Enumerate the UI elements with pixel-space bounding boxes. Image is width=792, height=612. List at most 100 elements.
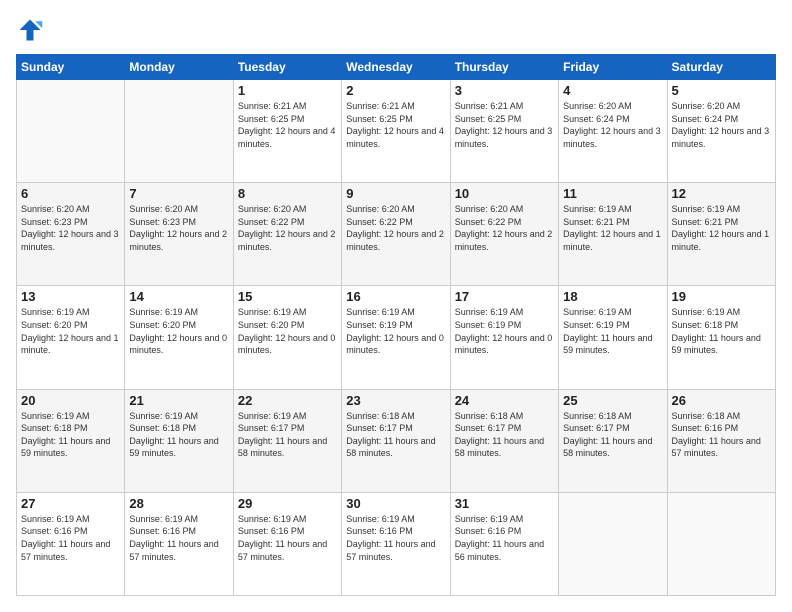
calendar-cell: 5 Sunrise: 6:20 AM Sunset: 6:24 PM Daylig… [667,80,775,183]
calendar-cell [667,492,775,595]
day-number: 10 [455,186,554,201]
calendar-cell: 13 Sunrise: 6:19 AM Sunset: 6:20 PM Dayli… [17,286,125,389]
day-number: 29 [238,496,337,511]
calendar-cell: 20 Sunrise: 6:19 AM Sunset: 6:18 PM Dayli… [17,389,125,492]
calendar-cell: 24 Sunrise: 6:18 AM Sunset: 6:17 PM Dayli… [450,389,558,492]
day-info: Sunrise: 6:18 AM Sunset: 6:16 PM Dayligh… [672,410,771,460]
calendar-cell: 8 Sunrise: 6:20 AM Sunset: 6:22 PM Daylig… [233,183,341,286]
day-info: Sunrise: 6:19 AM Sunset: 6:19 PM Dayligh… [346,306,445,356]
calendar-cell: 12 Sunrise: 6:19 AM Sunset: 6:21 PM Dayli… [667,183,775,286]
day-info: Sunrise: 6:19 AM Sunset: 6:20 PM Dayligh… [129,306,228,356]
calendar-cell: 27 Sunrise: 6:19 AM Sunset: 6:16 PM Dayli… [17,492,125,595]
day-number: 5 [672,83,771,98]
day-info: Sunrise: 6:20 AM Sunset: 6:24 PM Dayligh… [672,100,771,150]
calendar-cell: 31Sunrise: 6:19 AM Sunset: 6:16 PM Dayli… [450,492,558,595]
calendar-cell: 14Sunrise: 6:19 AM Sunset: 6:20 PM Dayli… [125,286,233,389]
calendar-cell: 21Sunrise: 6:19 AM Sunset: 6:18 PM Dayli… [125,389,233,492]
day-info: Sunrise: 6:20 AM Sunset: 6:22 PM Dayligh… [238,203,337,253]
day-number: 25 [563,393,662,408]
weekday-header-tuesday: Tuesday [233,55,341,80]
calendar-cell: 28 Sunrise: 6:19 AM Sunset: 6:16 PM Dayli… [125,492,233,595]
day-number: 18 [563,289,662,304]
day-number: 20 [21,393,120,408]
weekday-header-saturday: Saturday [667,55,775,80]
day-info: Sunrise: 6:20 AM Sunset: 6:24 PM Dayligh… [563,100,662,150]
calendar-cell: 19 Sunrise: 6:19 AM Sunset: 6:18 PM Dayli… [667,286,775,389]
day-info: Sunrise: 6:19 AM Sunset: 6:18 PM Dayligh… [21,410,120,460]
day-number: 19 [672,289,771,304]
calendar-cell: 9 Sunrise: 6:20 AM Sunset: 6:22 PM Daylig… [342,183,450,286]
calendar-week-row: 27 Sunrise: 6:19 AM Sunset: 6:16 PM Dayli… [17,492,776,595]
page: SundayMondayTuesdayWednesdayThursdayFrid… [0,0,792,612]
calendar-cell: 4 Sunrise: 6:20 AM Sunset: 6:24 PM Daylig… [559,80,667,183]
calendar-cell: 18Sunrise: 6:19 AM Sunset: 6:19 PM Dayli… [559,286,667,389]
day-info: Sunrise: 6:19 AM Sunset: 6:16 PM Dayligh… [238,513,337,563]
calendar-cell: 16 Sunrise: 6:19 AM Sunset: 6:19 PM Dayli… [342,286,450,389]
calendar-cell: 30 Sunrise: 6:19 AM Sunset: 6:16 PM Dayli… [342,492,450,595]
day-info: Sunrise: 6:21 AM Sunset: 6:25 PM Dayligh… [238,100,337,150]
calendar-cell [559,492,667,595]
day-number: 9 [346,186,445,201]
calendar-cell: 2Sunrise: 6:21 AM Sunset: 6:25 PM Daylig… [342,80,450,183]
day-number: 4 [563,83,662,98]
day-number: 1 [238,83,337,98]
calendar-cell: 15 Sunrise: 6:19 AM Sunset: 6:20 PM Dayli… [233,286,341,389]
calendar-cell: 7 Sunrise: 6:20 AM Sunset: 6:23 PM Daylig… [125,183,233,286]
day-info: Sunrise: 6:20 AM Sunset: 6:22 PM Dayligh… [455,203,554,253]
day-info: Sunrise: 6:18 AM Sunset: 6:17 PM Dayligh… [346,410,445,460]
day-number: 3 [455,83,554,98]
day-number: 17 [455,289,554,304]
day-number: 12 [672,186,771,201]
weekday-header-monday: Monday [125,55,233,80]
calendar-cell: 29 Sunrise: 6:19 AM Sunset: 6:16 PM Dayli… [233,492,341,595]
day-info: Sunrise: 6:20 AM Sunset: 6:23 PM Dayligh… [21,203,120,253]
calendar-cell: 23 Sunrise: 6:18 AM Sunset: 6:17 PM Dayli… [342,389,450,492]
header [16,16,776,44]
day-number: 26 [672,393,771,408]
day-info: Sunrise: 6:19 AM Sunset: 6:16 PM Dayligh… [21,513,120,563]
day-info: Sunrise: 6:19 AM Sunset: 6:18 PM Dayligh… [672,306,771,356]
day-number: 11 [563,186,662,201]
logo [16,16,48,44]
day-number: 13 [21,289,120,304]
weekday-header-sunday: Sunday [17,55,125,80]
day-info: Sunrise: 6:18 AM Sunset: 6:17 PM Dayligh… [563,410,662,460]
day-number: 6 [21,186,120,201]
weekday-header-thursday: Thursday [450,55,558,80]
day-number: 22 [238,393,337,408]
day-number: 16 [346,289,445,304]
day-number: 23 [346,393,445,408]
day-number: 7 [129,186,228,201]
calendar: SundayMondayTuesdayWednesdayThursdayFrid… [16,54,776,596]
day-info: Sunrise: 6:19 AM Sunset: 6:16 PM Dayligh… [346,513,445,563]
logo-icon [16,16,44,44]
day-info: Sunrise: 6:19 AM Sunset: 6:21 PM Dayligh… [672,203,771,253]
day-number: 8 [238,186,337,201]
calendar-cell: 26 Sunrise: 6:18 AM Sunset: 6:16 PM Dayli… [667,389,775,492]
calendar-cell: 17Sunrise: 6:19 AM Sunset: 6:19 PM Dayli… [450,286,558,389]
day-number: 28 [129,496,228,511]
day-info: Sunrise: 6:18 AM Sunset: 6:17 PM Dayligh… [455,410,554,460]
calendar-cell: 22 Sunrise: 6:19 AM Sunset: 6:17 PM Dayli… [233,389,341,492]
calendar-cell: 3Sunrise: 6:21 AM Sunset: 6:25 PM Daylig… [450,80,558,183]
calendar-week-row: 20 Sunrise: 6:19 AM Sunset: 6:18 PM Dayli… [17,389,776,492]
day-number: 27 [21,496,120,511]
weekday-header-friday: Friday [559,55,667,80]
day-number: 24 [455,393,554,408]
calendar-cell [125,80,233,183]
day-number: 30 [346,496,445,511]
calendar-week-row: 13 Sunrise: 6:19 AM Sunset: 6:20 PM Dayli… [17,286,776,389]
day-info: Sunrise: 6:20 AM Sunset: 6:23 PM Dayligh… [129,203,228,253]
calendar-cell: 1 Sunrise: 6:21 AM Sunset: 6:25 PM Daylig… [233,80,341,183]
calendar-cell: 6 Sunrise: 6:20 AM Sunset: 6:23 PM Daylig… [17,183,125,286]
calendar-week-row: 1 Sunrise: 6:21 AM Sunset: 6:25 PM Daylig… [17,80,776,183]
day-number: 31 [455,496,554,511]
day-info: Sunrise: 6:19 AM Sunset: 6:18 PM Dayligh… [129,410,228,460]
day-info: Sunrise: 6:19 AM Sunset: 6:20 PM Dayligh… [21,306,120,356]
day-number: 15 [238,289,337,304]
day-info: Sunrise: 6:19 AM Sunset: 6:16 PM Dayligh… [129,513,228,563]
day-info: Sunrise: 6:19 AM Sunset: 6:20 PM Dayligh… [238,306,337,356]
day-info: Sunrise: 6:20 AM Sunset: 6:22 PM Dayligh… [346,203,445,253]
day-info: Sunrise: 6:19 AM Sunset: 6:17 PM Dayligh… [238,410,337,460]
calendar-cell: 25 Sunrise: 6:18 AM Sunset: 6:17 PM Dayli… [559,389,667,492]
